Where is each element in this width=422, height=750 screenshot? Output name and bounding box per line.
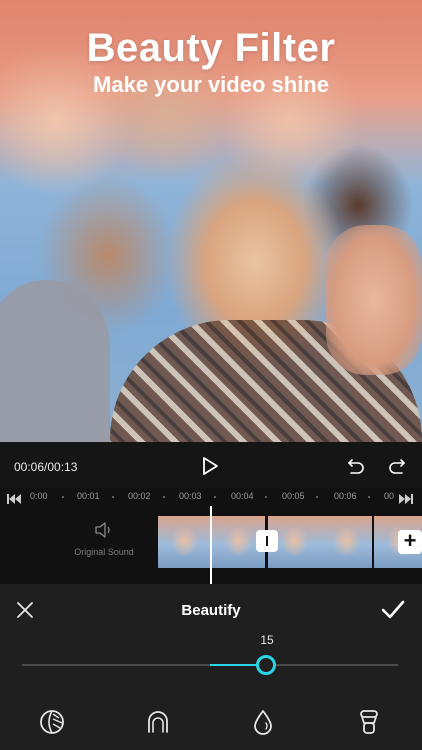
ruler-tick: 00:01 <box>77 491 100 501</box>
add-clip-button[interactable]: + <box>398 530 422 554</box>
play-icon[interactable] <box>200 455 220 477</box>
ruler-tick: 00:06 <box>334 491 357 501</box>
playback-bar: 00:06/00:13 <box>0 442 422 488</box>
ruler-dot <box>112 496 114 498</box>
ruler-tick: 0:00 <box>30 491 48 501</box>
transition-button[interactable] <box>256 530 278 552</box>
ruler-dot <box>368 496 370 498</box>
clip-frame <box>158 516 212 568</box>
original-sound-label: Original Sound <box>74 547 134 557</box>
panel-title: Beautify <box>181 602 241 619</box>
skip-to-end-icon[interactable] <box>399 491 413 504</box>
promo-subtitle: Make your video shine <box>93 72 329 97</box>
video-clip[interactable] <box>158 516 266 568</box>
ruler-dot <box>265 496 267 498</box>
skip-to-start-icon[interactable] <box>7 491 21 504</box>
ruler-dot <box>316 496 318 498</box>
promo-title: Beauty Filter <box>86 26 336 70</box>
waving-hand <box>326 225 422 375</box>
time-ruler[interactable]: 0:00 00:01 00:02 00:03 00:04 00:05 00:06… <box>0 488 422 506</box>
clip-frame <box>320 516 372 568</box>
playhead[interactable] <box>210 506 212 584</box>
redo-icon[interactable] <box>387 456 407 476</box>
ruler-dot <box>214 496 216 498</box>
slider-value: 15 <box>260 633 274 647</box>
slider-thumb[interactable] <box>256 655 276 675</box>
beautify-panel: Beautify 15 <box>0 584 422 750</box>
timecode: 00:06/00:13 <box>14 460 78 474</box>
person-left-hoodie <box>0 280 110 442</box>
undo-icon[interactable] <box>346 456 366 476</box>
ruler-tick: 00:04 <box>231 491 254 501</box>
face-shape-icon[interactable] <box>144 708 172 736</box>
check-icon[interactable] <box>380 599 406 621</box>
intensity-slider[interactable] <box>22 650 398 680</box>
ruler-dot <box>163 496 165 498</box>
ruler-tick: 00:03 <box>179 491 202 501</box>
drop-icon[interactable] <box>249 708 277 736</box>
timeline-track[interactable]: Original Sound + <box>0 506 422 584</box>
original-sound-toggle[interactable]: Original Sound <box>64 522 144 557</box>
ruler-dot <box>62 496 64 498</box>
skin-smooth-icon[interactable] <box>38 708 66 736</box>
video-clip[interactable] <box>268 516 372 568</box>
ruler-tick: 00:05 <box>282 491 305 501</box>
video-preview[interactable]: Beauty Filter Make your video shine <box>0 0 422 442</box>
foundation-icon[interactable] <box>355 708 383 736</box>
ruler-tick: 00:02 <box>128 491 151 501</box>
ruler-tick: 00 <box>384 491 395 501</box>
speaker-icon <box>95 522 110 538</box>
